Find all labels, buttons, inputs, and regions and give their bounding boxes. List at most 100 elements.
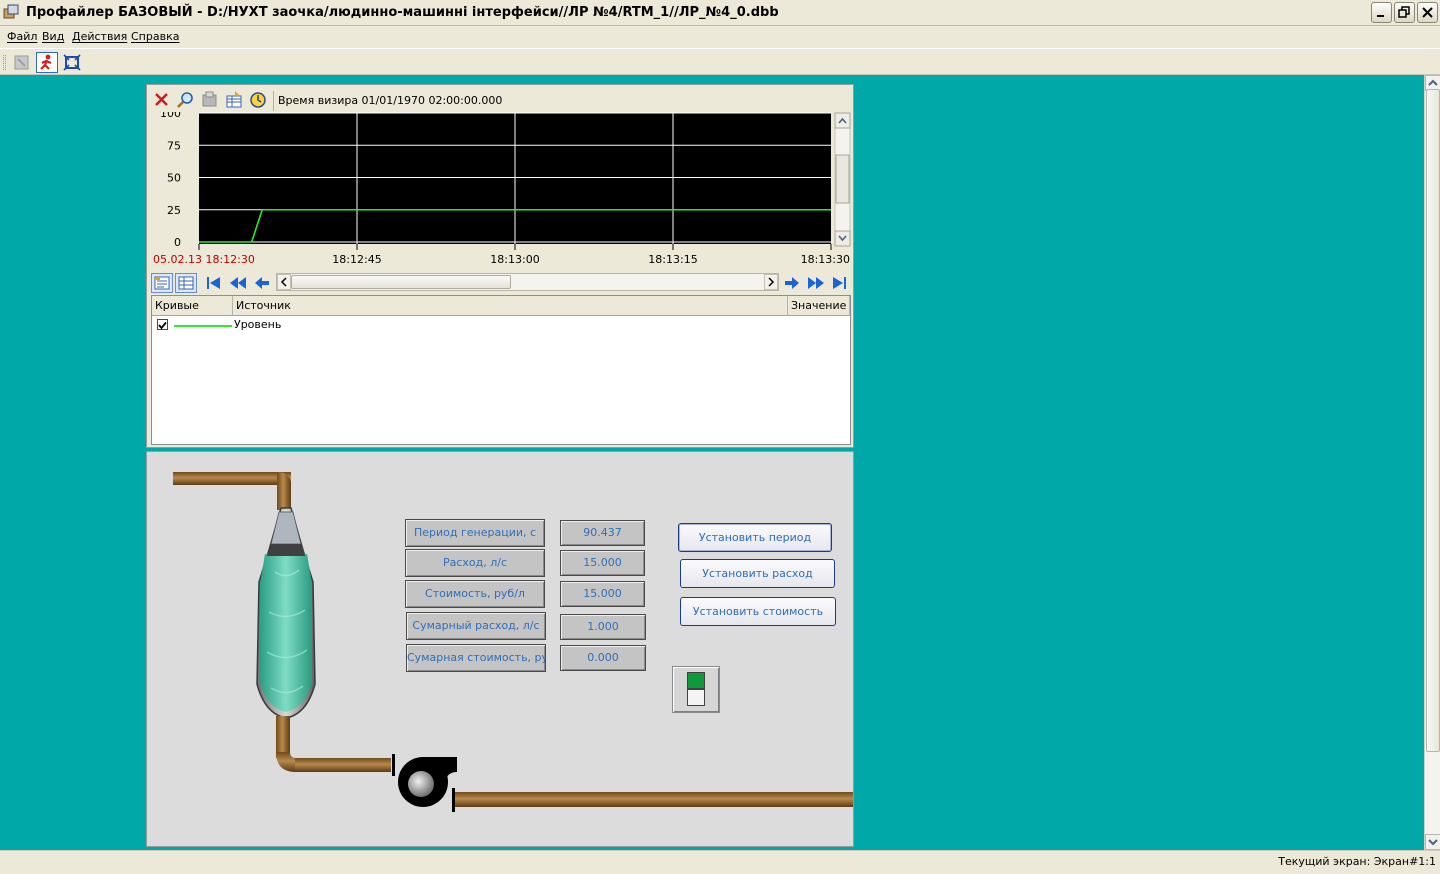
- column-value[interactable]: Значение: [788, 296, 850, 316]
- curve-name: Уровень: [234, 318, 282, 331]
- column-curves[interactable]: Кривые: [152, 296, 233, 316]
- plot-scrollbar: [834, 112, 851, 247]
- zoom-button[interactable]: [175, 89, 197, 111]
- restore-icon: [1398, 6, 1410, 18]
- time-scroll-thumb[interactable]: [291, 275, 511, 289]
- clock-button[interactable]: [247, 89, 269, 111]
- value-cost[interactable]: 15.000: [560, 581, 645, 607]
- plot-scroll-down: [834, 230, 851, 247]
- toggle-off-indicator: [687, 689, 705, 706]
- title-bar[interactable]: Профайлер БАЗОВЫЙ - D:/НУХТ заочка/людин…: [0, 0, 1440, 26]
- label-cost: Стоимость, руб/л: [405, 580, 545, 608]
- x-tick-label: 18:12:45: [332, 253, 381, 266]
- scroll-left-button[interactable]: [277, 274, 291, 290]
- y-tick-labels: 100 75 50 25 0: [160, 112, 181, 249]
- table-view-button[interactable]: [175, 273, 197, 293]
- plot-scroll-up: [834, 112, 851, 129]
- arrow-left-icon: [255, 277, 269, 289]
- trend-chart-svg[interactable]: 100 75 50 25 0 05.02.13 18:12:30 18:12:45 18:1…: [151, 112, 851, 274]
- stop-button[interactable]: [11, 52, 33, 73]
- value-total-flow[interactable]: 1.000: [560, 614, 646, 640]
- curves-table: Кривые Источник Значение Уровень: [151, 295, 851, 445]
- label-generation-period: Период генерации, с: [405, 519, 545, 547]
- table-row[interactable]: Уровень: [152, 317, 850, 333]
- y-tick-label: 0: [174, 236, 181, 249]
- toolbar-grip[interactable]: [3, 55, 6, 70]
- legend-icon: [154, 276, 170, 290]
- pump: [398, 757, 457, 807]
- label-flow-rate: Расход, л/с: [405, 549, 545, 577]
- vertical-scrollbar[interactable]: [1424, 75, 1440, 850]
- vessel: [256, 507, 316, 719]
- mimic-panel: Период генерации, с 90.437 Расход, л/с 1…: [146, 451, 854, 847]
- trend-navigation: [151, 273, 851, 293]
- legend-view-button[interactable]: [151, 273, 173, 293]
- restore-button[interactable]: [1394, 2, 1415, 23]
- go-last-button[interactable]: [829, 273, 851, 293]
- y-tick-label: 100: [160, 112, 181, 120]
- run-icon: [40, 54, 52, 70]
- label-total-flow: Сумарный расход, л/с: [406, 612, 546, 640]
- red-x-icon: [155, 93, 168, 106]
- x-tick-labels: 05.02.13 18:12:30 18:12:45 18:13:00 18:13:1…: [153, 244, 850, 266]
- set-cost-button[interactable]: Установить стоимость: [680, 597, 836, 626]
- x-tick-label: 18:13:00: [490, 253, 539, 266]
- print-button[interactable]: [199, 89, 221, 111]
- fast-forward-icon: [808, 277, 824, 289]
- trend-panel: Время визира 01/01/1970 02:00:00.000 100…: [146, 84, 854, 448]
- plot-scroll-thumb: [835, 154, 850, 204]
- scroll-down-button[interactable]: [1425, 834, 1440, 850]
- trend-plot[interactable]: 100 75 50 25 0 05.02.13 18:12:30 18:12:45 18:1…: [151, 112, 851, 274]
- x-tick-label: 18:13:15: [648, 253, 697, 266]
- print-icon: [202, 91, 217, 107]
- menu-bar: Файл Вид Действия Справка: [0, 26, 1440, 48]
- table-icon: [178, 276, 194, 290]
- toolbar: [0, 48, 1440, 75]
- menu-view[interactable]: Вид: [42, 30, 64, 43]
- app-icon: [3, 4, 19, 19]
- skip-first-icon: [207, 277, 220, 289]
- menu-file[interactable]: Файл: [7, 30, 37, 43]
- export-button[interactable]: [223, 89, 245, 111]
- chevron-left-icon: [280, 277, 287, 287]
- value-generation-period[interactable]: 90.437: [560, 520, 645, 546]
- chevron-right-icon: [768, 277, 775, 287]
- trend-toolbar: Время визира 01/01/1970 02:00:00.000: [151, 89, 851, 111]
- set-period-button[interactable]: Установить период: [678, 523, 832, 552]
- curve-color-swatch: [174, 325, 232, 327]
- pump-toggle-switch[interactable]: [672, 666, 720, 713]
- menu-help[interactable]: Справка: [131, 30, 179, 43]
- y-tick-label: 75: [167, 139, 181, 152]
- value-total-cost[interactable]: 0.000: [560, 645, 646, 671]
- step-forward-button[interactable]: [781, 273, 803, 293]
- x-tick-label: 05.02.13 18:12:30: [153, 253, 255, 266]
- fullscreen-icon: [63, 54, 81, 71]
- fast-forward-button[interactable]: [805, 273, 827, 293]
- chevron-up-icon: [1428, 79, 1438, 86]
- value-flow-rate[interactable]: 15.000: [560, 550, 645, 576]
- delete-trend-button[interactable]: [151, 89, 173, 111]
- chevron-down-icon: [1428, 839, 1438, 846]
- curves-table-header: Кривые Источник Значение: [152, 296, 850, 316]
- fast-back-button[interactable]: [227, 273, 249, 293]
- close-button[interactable]: [1417, 2, 1438, 23]
- set-flow-button[interactable]: Установить расход: [680, 559, 835, 588]
- run-button[interactable]: [36, 52, 58, 73]
- x-tick-label: 18:13:30: [801, 253, 850, 266]
- cursor-time-display: Время визира 01/01/1970 02:00:00.000: [273, 91, 851, 111]
- magnifier-icon: [177, 92, 193, 108]
- table-export-icon: [226, 91, 242, 108]
- skip-last-icon: [833, 277, 846, 289]
- fast-rewind-icon: [230, 277, 246, 289]
- go-first-button[interactable]: [203, 273, 225, 293]
- scroll-thumb[interactable]: [1426, 89, 1440, 752]
- minimize-button[interactable]: [1371, 2, 1392, 23]
- fullscreen-button[interactable]: [61, 52, 83, 73]
- curve-visible-checkbox[interactable]: [157, 319, 168, 330]
- time-scrollbar[interactable]: [276, 273, 779, 291]
- step-back-button[interactable]: [251, 273, 273, 293]
- scroll-right-button[interactable]: [764, 274, 778, 290]
- minimize-icon: [1377, 15, 1384, 17]
- column-source[interactable]: Источник: [233, 296, 788, 316]
- menu-actions[interactable]: Действия: [72, 30, 127, 43]
